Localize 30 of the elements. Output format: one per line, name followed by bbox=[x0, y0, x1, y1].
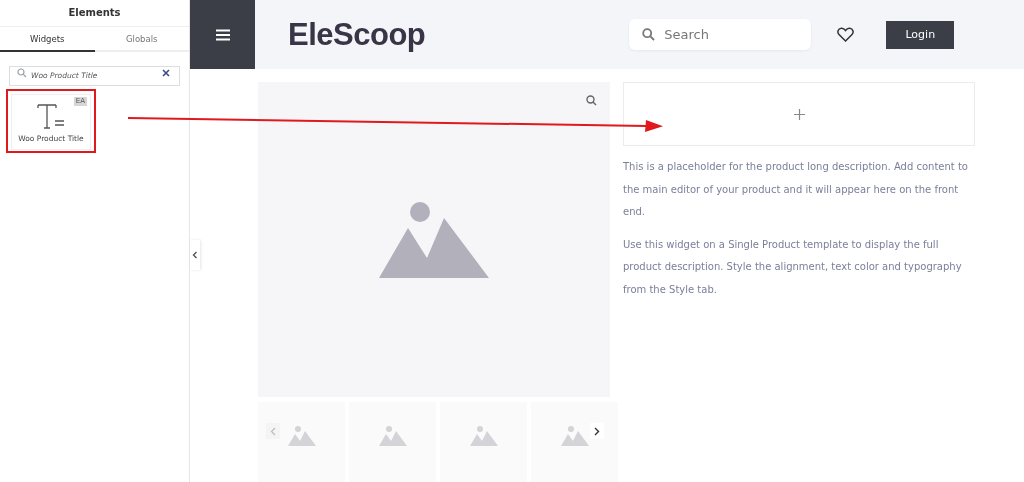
thumbnail-placeholder[interactable] bbox=[258, 402, 345, 482]
image-icon bbox=[378, 426, 407, 446]
title-text-icon bbox=[36, 101, 66, 131]
search-field[interactable]: Search bbox=[629, 19, 812, 50]
image-icon bbox=[287, 426, 316, 446]
menu-icon bbox=[215, 28, 230, 41]
thumbnail-placeholder[interactable] bbox=[440, 402, 527, 482]
description-paragraph: Use this widget on a Single Product template to display the full product description. Style the alignment, text color and typography from the Style tab. bbox=[623, 237, 963, 297]
collapse-handle[interactable] bbox=[190, 240, 200, 270]
thumbnail-placeholder[interactable] bbox=[349, 402, 436, 482]
next-button[interactable] bbox=[590, 423, 604, 439]
description-paragraph: This is a placeholder for the product long description. Add content to the main editor of your product and it will appear here on the front end. bbox=[623, 160, 969, 219]
image-icon bbox=[560, 426, 589, 446]
heart-icon[interactable] bbox=[837, 27, 855, 42]
menu-button[interactable] bbox=[190, 0, 255, 69]
clear-icon[interactable] bbox=[162, 69, 170, 77]
login-button[interactable]: Login bbox=[886, 20, 955, 49]
thumbnail-placeholder[interactable] bbox=[531, 402, 618, 482]
chevron-left-icon bbox=[192, 251, 198, 259]
search-icon bbox=[17, 68, 27, 78]
panel-tab[interactable]: Widgets bbox=[0, 27, 95, 52]
image-icon bbox=[469, 426, 498, 446]
zoom-icon[interactable] bbox=[586, 95, 597, 106]
site-logo: EleScoop bbox=[288, 16, 426, 53]
plus-icon bbox=[793, 108, 805, 120]
image-icon bbox=[379, 201, 489, 278]
panel-title: Elements bbox=[0, 0, 189, 27]
search-icon bbox=[642, 28, 656, 41]
chevron-right-icon bbox=[594, 426, 600, 436]
chevron-left-icon bbox=[270, 426, 276, 436]
